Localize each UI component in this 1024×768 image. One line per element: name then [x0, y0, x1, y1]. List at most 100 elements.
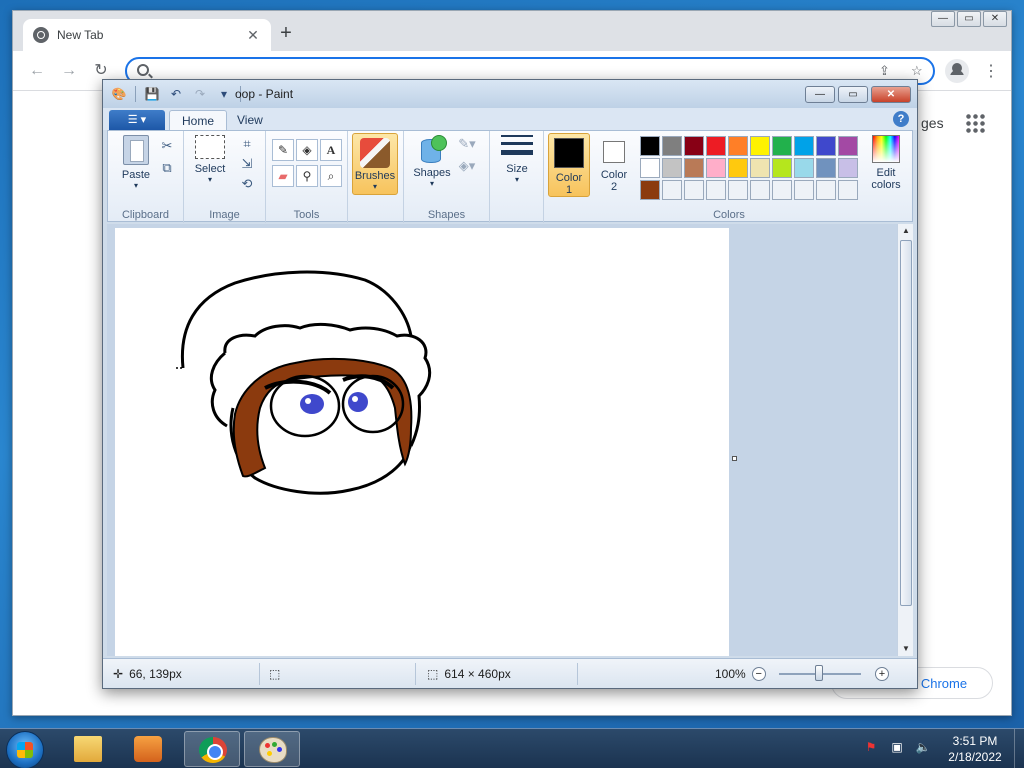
palette-swatch[interactable] [838, 136, 858, 156]
palette-swatch[interactable] [816, 180, 836, 200]
palette-swatch[interactable] [706, 158, 726, 178]
size-button[interactable]: Size ▾ [496, 135, 538, 184]
paint-close-button[interactable]: ✕ [871, 86, 911, 103]
resize-icon[interactable]: ⇲ [238, 155, 256, 173]
palette-swatch[interactable] [662, 158, 682, 178]
palette-swatch[interactable] [728, 158, 748, 178]
paste-dropdown-icon[interactable]: ▾ [116, 181, 156, 190]
reload-icon[interactable]: ↻ [91, 61, 111, 81]
palette-swatch[interactable] [750, 180, 770, 200]
bookmark-star-icon[interactable]: ☆ [911, 63, 923, 79]
color-picker-icon[interactable]: ⚲ [296, 165, 318, 187]
palette-swatch[interactable] [684, 158, 704, 178]
taskbar-chrome[interactable] [184, 731, 240, 767]
scroll-down-icon[interactable]: ▼ [898, 642, 914, 656]
palette-swatch[interactable] [662, 136, 682, 156]
fill-bucket-icon[interactable]: ◈ [296, 139, 318, 161]
magnifier-icon[interactable]: ⌕ [320, 165, 342, 187]
taskbar-media-player[interactable] [120, 731, 176, 767]
tab-close-icon[interactable]: ✕ [245, 27, 261, 44]
palette-swatch[interactable] [706, 136, 726, 156]
forward-arrow-icon[interactable]: → [59, 61, 79, 81]
palette-swatch[interactable] [794, 136, 814, 156]
file-menu-button[interactable]: ☰ ▾ [109, 110, 165, 130]
taskbar-explorer[interactable] [60, 731, 116, 767]
customize-qat-icon[interactable]: ▾ [216, 86, 232, 102]
palette-swatch[interactable] [750, 158, 770, 178]
select-dropdown-icon[interactable]: ▾ [190, 175, 230, 184]
google-apps-icon[interactable] [965, 113, 985, 133]
size-dropdown-icon[interactable]: ▾ [496, 175, 538, 184]
chrome-minimize-button[interactable]: — [931, 11, 955, 27]
palette-swatch[interactable] [662, 180, 682, 200]
brushes-button[interactable]: Brushes ▾ [352, 133, 398, 195]
chrome-close-button[interactable]: ✕ [983, 11, 1007, 27]
scroll-thumb[interactable] [900, 240, 912, 606]
taskbar-paint[interactable] [244, 731, 300, 767]
zoom-in-button[interactable]: + [875, 667, 889, 681]
tab-new-tab[interactable]: New Tab ✕ [23, 19, 271, 51]
palette-swatch[interactable] [838, 180, 858, 200]
palette-swatch[interactable] [684, 136, 704, 156]
omnibox-input[interactable] [157, 62, 857, 80]
volume-icon[interactable]: 🔈 [914, 739, 932, 755]
action-center-flag-icon[interactable]: ⚑ [862, 739, 880, 755]
palette-swatch[interactable] [816, 158, 836, 178]
back-arrow-icon[interactable]: ← [27, 61, 47, 81]
color2-button[interactable]: Color 2 [594, 133, 634, 197]
palette-swatch[interactable] [728, 136, 748, 156]
palette-swatch[interactable] [794, 158, 814, 178]
paint-minimize-button[interactable]: — [805, 86, 835, 103]
help-icon[interactable]: ? [893, 111, 909, 127]
scroll-up-icon[interactable]: ▲ [898, 224, 914, 238]
palette-swatch[interactable] [640, 136, 660, 156]
paint-app-icon[interactable]: 🎨 [111, 86, 127, 102]
network-icon[interactable]: ▣ [888, 739, 906, 755]
paste-button[interactable]: Paste ▾ [116, 135, 156, 190]
palette-swatch[interactable] [838, 158, 858, 178]
fill-icon[interactable]: ◈▾ [458, 157, 476, 175]
pencil-icon[interactable]: ✎ [272, 139, 294, 161]
palette-swatch[interactable] [772, 158, 792, 178]
zoom-slider-thumb[interactable] [815, 665, 823, 681]
show-desktop-button[interactable] [1014, 729, 1024, 768]
canvas-resize-handle[interactable] [732, 456, 737, 461]
palette-swatch[interactable] [684, 180, 704, 200]
color1-button[interactable]: Color 1 [548, 133, 590, 197]
brushes-dropdown-icon[interactable]: ▾ [353, 182, 397, 191]
text-tool-icon[interactable]: A [320, 139, 342, 161]
crop-icon[interactable]: ⌗ [238, 135, 256, 153]
rotate-icon[interactable]: ⟲ [238, 175, 256, 193]
palette-swatch[interactable] [794, 180, 814, 200]
save-icon[interactable]: 💾 [144, 86, 160, 102]
edit-colors-button[interactable]: Edit colors [864, 135, 908, 191]
undo-icon[interactable]: ↶ [168, 86, 184, 102]
drawing-canvas[interactable] [115, 228, 729, 656]
chrome-maximize-button[interactable]: ▭ [957, 11, 981, 27]
palette-swatch[interactable] [640, 180, 660, 200]
palette-swatch[interactable] [772, 180, 792, 200]
new-tab-button[interactable]: + [275, 23, 297, 45]
profile-avatar-icon[interactable] [945, 59, 969, 83]
palette-swatch[interactable] [772, 136, 792, 156]
outline-icon[interactable]: ✎▾ [458, 135, 476, 153]
vertical-scrollbar[interactable]: ▲ ▼ [897, 224, 913, 656]
palette-swatch[interactable] [750, 136, 770, 156]
share-icon[interactable]: ⇪ [879, 63, 890, 79]
shapes-button[interactable]: Shapes ▾ [410, 135, 454, 188]
system-clock[interactable]: 3:51 PM 2/18/2022 [940, 733, 1010, 765]
palette-swatch[interactable] [706, 180, 726, 200]
chrome-menu-icon[interactable]: ⋮ [983, 61, 999, 81]
paint-maximize-button[interactable]: ▭ [838, 86, 868, 103]
palette-swatch[interactable] [728, 180, 748, 200]
select-button[interactable]: Select ▾ [190, 135, 230, 184]
start-button[interactable] [6, 731, 44, 768]
zoom-out-button[interactable]: − [751, 667, 766, 681]
eraser-icon[interactable]: ▰ [272, 165, 294, 187]
palette-swatch[interactable] [816, 136, 836, 156]
palette-swatch[interactable] [640, 158, 660, 178]
tab-view[interactable]: View [225, 110, 275, 130]
copy-icon[interactable]: ⧉ [158, 159, 176, 177]
images-link-partial[interactable]: ges [921, 115, 944, 131]
shapes-dropdown-icon[interactable]: ▾ [410, 179, 454, 188]
